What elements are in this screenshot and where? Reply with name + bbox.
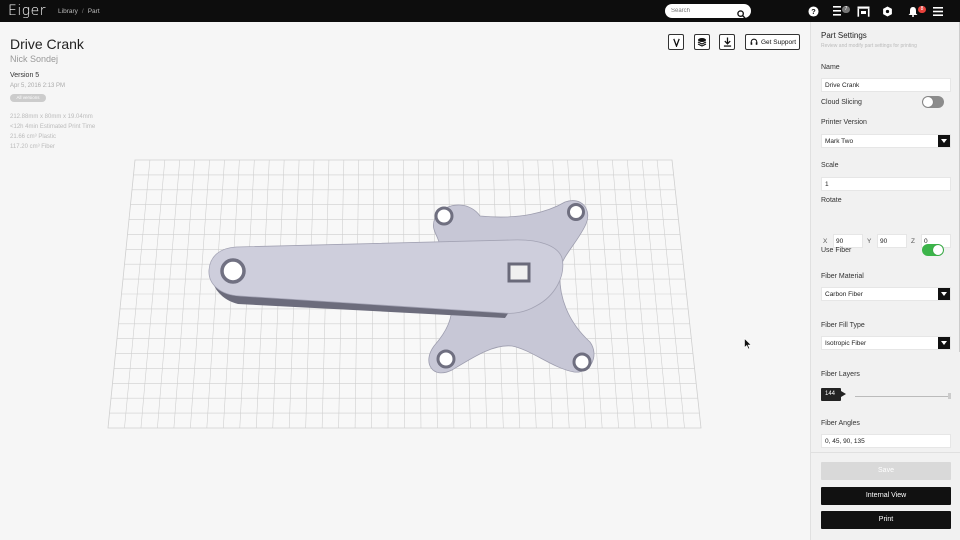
version-label: Version 5 (10, 72, 40, 79)
fiber-material-select[interactable]: Carbon Fiber (821, 287, 951, 301)
chevron-down-icon (938, 337, 950, 349)
part-settings-panel: Part Settings Review and modify part set… (810, 22, 960, 540)
panel-subtitle: Review and modify part settings for prin… (821, 43, 917, 49)
chevron-down-icon (938, 135, 950, 147)
versions-tag[interactable]: All versions (10, 94, 46, 102)
part-owner: Nick Sondej (10, 54, 59, 64)
breadcrumb: Library / Part (58, 8, 100, 15)
dimensions-text: 212.88mm x 80mm x 19.04mm (10, 114, 93, 120)
fiber-volume-text: 117.20 cm³ Fiber (10, 144, 55, 150)
search-icon[interactable] (737, 6, 746, 24)
name-label: Name (821, 64, 840, 71)
slider-end-handle[interactable] (948, 393, 951, 399)
fiber-material-label: Fiber Material (821, 273, 864, 280)
download-icon (723, 37, 731, 47)
scale-field[interactable]: 1 (821, 177, 951, 191)
app-logo[interactable]: Eiger (8, 3, 46, 19)
download-button[interactable] (719, 34, 735, 50)
get-support-button[interactable]: Get Support (745, 34, 800, 50)
rotate-y-axis: Y (867, 237, 872, 245)
save-button[interactable]: Save (821, 462, 951, 480)
top-navigation-bar: Eiger Library / Part ? 7 8 (0, 0, 960, 22)
panel-divider (811, 452, 960, 453)
breadcrumb-part[interactable]: Part (88, 8, 100, 15)
search-input[interactable] (671, 8, 737, 14)
use-fiber-label: Use Fiber (821, 247, 852, 254)
fiber-material-value: Carbon Fiber (825, 291, 863, 298)
plastic-volume-text: 21.66 cm³ Plastic (10, 134, 57, 140)
printer-icon[interactable] (856, 4, 870, 18)
breadcrumb-library[interactable]: Library (58, 8, 78, 15)
fiber-layers-label: Fiber Layers (821, 371, 860, 378)
cloud-slicing-toggle[interactable] (922, 96, 944, 108)
cloud-slicing-label: Cloud Slicing (821, 99, 862, 106)
breadcrumb-separator: / (81, 7, 84, 15)
search-box[interactable] (665, 4, 751, 19)
edit-button[interactable] (668, 34, 684, 50)
help-icon[interactable]: ? (806, 4, 820, 18)
print-queue-icon[interactable]: 7 (832, 4, 850, 18)
toggle-knob (923, 97, 933, 107)
layers-icon (697, 38, 707, 47)
print-button[interactable]: Print (821, 511, 951, 529)
3d-viewport[interactable] (100, 150, 710, 440)
version-date: Apr 5, 2016 2:13 PM (10, 83, 66, 89)
fiber-angles-field[interactable]: 0, 45, 90, 135 (821, 434, 951, 448)
printer-version-value: Mark Two (825, 138, 854, 145)
fiber-fill-select[interactable]: Isotropic Fiber (821, 336, 951, 350)
rotate-y: Y 90 (867, 234, 907, 248)
pen-icon (672, 38, 680, 47)
settings-gear-icon[interactable] (880, 4, 894, 18)
printer-version-select[interactable]: Mark Two (821, 134, 951, 148)
internal-view-button[interactable]: Internal View (821, 487, 951, 505)
toggle-knob (933, 245, 943, 255)
chevron-down-icon (938, 288, 950, 300)
notifications-badge: 8 (918, 6, 926, 13)
part-title: Drive Crank (10, 36, 84, 52)
get-support-label: Get Support (761, 38, 797, 46)
rotate-y-field[interactable]: 90 (877, 234, 907, 248)
part-stats: 212.88mm x 80mm x 19.04mm <12h 4min Esti… (10, 112, 95, 152)
fiber-angles-label: Fiber Angles (821, 420, 860, 427)
queue-badge: 7 (842, 6, 850, 13)
fiber-fill-value: Isotropic Fiber (825, 340, 867, 347)
rotate-label: Rotate (821, 197, 842, 204)
layers-view-button[interactable] (694, 34, 710, 50)
fiber-layers-slider-thumb[interactable]: 144 (821, 388, 846, 401)
panel-title: Part Settings (821, 31, 867, 40)
fiber-layers-slider-track[interactable] (855, 396, 951, 397)
notifications-bell-icon[interactable]: 8 (906, 4, 926, 18)
menu-hamburger-icon[interactable] (931, 4, 945, 18)
rotate-x: X 90 (823, 234, 863, 248)
printer-version-label: Printer Version (821, 119, 867, 126)
svg-text:?: ? (811, 7, 816, 16)
headset-icon (750, 38, 758, 45)
print-time-text: <12h 4min Estimated Print Time (10, 124, 96, 130)
use-fiber-toggle[interactable] (922, 244, 944, 256)
name-field[interactable]: Drive Crank (821, 78, 951, 92)
mouse-cursor-icon (744, 337, 752, 355)
rotate-z-axis: Z (911, 237, 915, 245)
rotate-x-field[interactable]: 90 (833, 234, 863, 248)
scale-label: Scale (821, 162, 839, 169)
rotate-x-axis: X (823, 237, 828, 245)
fiber-fill-label: Fiber Fill Type (821, 322, 865, 329)
